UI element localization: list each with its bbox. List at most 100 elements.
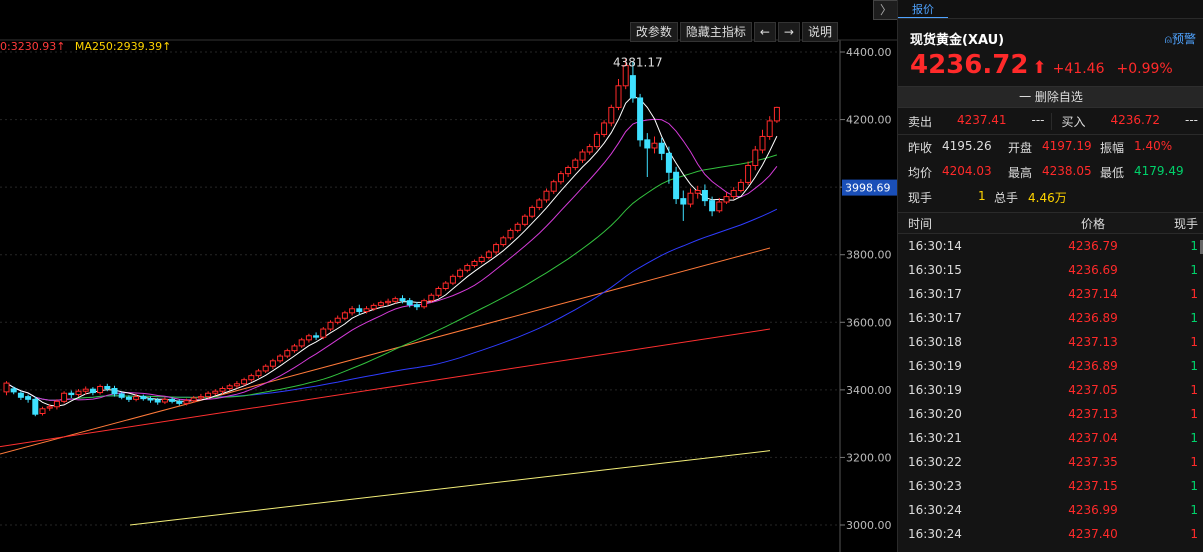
y-tick-label: 3600.00 (846, 316, 892, 329)
trade-price: 4237.14 (1068, 287, 1118, 301)
trade-volume: 1 (1190, 479, 1198, 493)
candle-body (17, 392, 24, 398)
volume-row: 现手 1 总手 4.46万 (898, 181, 1203, 213)
candle-body (428, 294, 435, 302)
hide-indicators-button[interactable]: 隐藏主指标 (679, 22, 752, 42)
y-tick-label: 4200.00 (846, 114, 892, 127)
candle-body (485, 251, 492, 258)
trade-volume: 1 (1190, 431, 1198, 445)
candle-body (529, 206, 536, 217)
amplitude-value: 1.40% (1134, 139, 1173, 153)
trade-row: 16:30:24 4237.40 1 (898, 522, 1203, 546)
candle-body (104, 385, 111, 390)
candle-body (629, 75, 636, 99)
quote-stats: 昨收 4195.26 开盘 4197.19 振幅 1.40% 均价 4204.0… (898, 135, 1203, 181)
candle-body (637, 97, 644, 141)
candle-body (759, 135, 766, 151)
candle-body (255, 370, 262, 377)
ma30-line (6, 154, 778, 401)
help-button[interactable]: 说明 (801, 22, 838, 42)
buy-label: 买入 (1061, 114, 1086, 129)
trade-volume: 1 (1190, 455, 1198, 469)
modify-params-button[interactable]: 改参数 (629, 22, 678, 42)
candle-body (68, 392, 75, 396)
candle-body (241, 379, 248, 385)
candle-body (349, 308, 356, 314)
candle-body (226, 385, 233, 390)
up-arrow-icon: ⬆ (1032, 58, 1047, 78)
candle-body (370, 304, 377, 310)
collapse-panel-button[interactable]: 〉 (873, 0, 899, 20)
candle-body (557, 173, 564, 183)
candle-body (82, 388, 89, 392)
trade-price: 4237.13 (1068, 407, 1118, 421)
candle-body (3, 382, 10, 393)
trade-time: 16:30:24 (908, 527, 962, 541)
candle-body (269, 360, 276, 367)
remove-watchlist-button[interactable]: 一 删除自选 (898, 86, 1203, 108)
ma250-label: MA250:2939.39↑ (74, 40, 172, 53)
price-header: 价格 (1080, 216, 1105, 231)
candle-body (752, 149, 759, 167)
candle-body (730, 190, 737, 198)
candle-body (305, 335, 312, 341)
candle-body (421, 300, 428, 308)
quote-panel: 报价 现货黄金(XAU) ⍝预警 4236.72 ⬆ +41.46 +0.99%… (897, 0, 1203, 552)
trade-price: 4237.13 (1068, 335, 1118, 349)
trade-time: 16:30:14 (908, 239, 962, 253)
candle-body (169, 398, 176, 402)
trade-price: 4237.40 (1068, 527, 1118, 541)
low-label: 最低 (1100, 166, 1125, 180)
candle-body (89, 388, 96, 394)
bid-ask-row: 卖出 4237.41 --- 买入 4236.72 --- (898, 108, 1203, 135)
candle-body (716, 201, 723, 212)
current-volume-label: 现手 (908, 191, 933, 205)
candle-body (10, 388, 17, 393)
last-price: 4236.72 (910, 50, 1029, 80)
candle-body (327, 321, 334, 330)
candle-body (658, 142, 665, 154)
trade-row: 16:30:17 4237.14 1 (898, 282, 1203, 306)
volume-header: 现手 (1173, 216, 1198, 231)
candle-body (521, 215, 528, 225)
candle-body (392, 298, 399, 302)
candle-body (183, 400, 190, 404)
candle-body (262, 365, 269, 372)
trade-time: 16:30:21 (908, 431, 962, 445)
trade-price: 4236.89 (1068, 359, 1118, 373)
trades-list[interactable]: 16:30:14 4236.79 1 16:30:15 4236.69 1 16:30:17… (898, 234, 1203, 546)
low-value: 4179.49 (1134, 164, 1184, 178)
kline-chart-area[interactable]: 4400.004200.004000.003800.003600.003400.… (0, 0, 897, 552)
trade-time: 16:30:19 (908, 383, 962, 397)
candle-body (197, 396, 204, 399)
candle-body (205, 392, 212, 398)
candle-body (435, 288, 442, 296)
high-label: 最高 (1008, 166, 1033, 180)
trade-row: 16:30:18 4237.13 1 (898, 330, 1203, 354)
tab-quote[interactable]: 报价 (898, 1, 948, 18)
candle-body (601, 122, 608, 135)
candle-body (550, 181, 557, 192)
trade-row: 16:30:15 4236.69 1 (898, 258, 1203, 282)
kline-chart[interactable]: 4400.004200.004000.003800.003600.003400.… (0, 0, 897, 552)
candle-body (644, 139, 651, 149)
candle-body (212, 390, 219, 394)
trade-time: 16:30:22 (908, 455, 962, 469)
candle-body (176, 400, 183, 404)
candle-body (53, 400, 60, 408)
candle-body (543, 190, 550, 201)
prev-arrow-button[interactable]: ← (753, 22, 776, 42)
candle-body (341, 312, 348, 319)
trade-row: 16:30:14 4236.79 1 (898, 234, 1203, 258)
y-tick-label: 3400.00 (846, 384, 892, 397)
alert-button[interactable]: ⍝预警 (1165, 30, 1196, 47)
next-arrow-button[interactable]: → (777, 22, 800, 42)
y-tick-label: 3000.00 (846, 519, 892, 532)
candle-body (745, 165, 752, 183)
candle-body (773, 106, 780, 122)
open-value: 4197.19 (1042, 139, 1092, 153)
trade-price: 4236.99 (1068, 503, 1118, 517)
candle-body (478, 256, 485, 262)
candle-body (154, 399, 161, 403)
candle-body (723, 196, 730, 203)
